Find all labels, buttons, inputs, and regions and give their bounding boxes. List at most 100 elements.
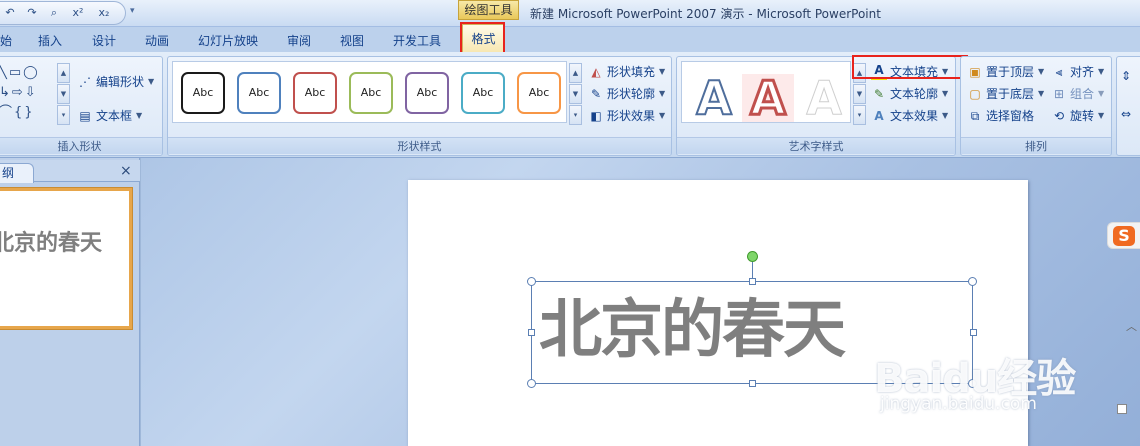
subscript-button[interactable]: x₂ [94, 5, 114, 21]
tab-insert[interactable]: 插入 [38, 32, 62, 50]
wordart-preset[interactable]: A [688, 73, 740, 123]
send-back-label: 置于底层 [986, 87, 1035, 101]
text-outline-button[interactable]: ✎ 文本轮廓 ▼ [871, 85, 948, 102]
height-icon[interactable]: ⇕ [1121, 69, 1131, 83]
shapes-gallery[interactable]: ╲▭◯ ↳⇨⇩ ⌒{} [0, 63, 53, 123]
wordart-preset[interactable]: A [798, 74, 850, 123]
text-fill-icon: A [871, 63, 887, 80]
resize-handle-nw[interactable] [527, 277, 536, 286]
edit-shape-button[interactable]: ⋰ 编辑形状 ▼ [77, 73, 154, 90]
rotate-label: 旋转 [1070, 109, 1095, 123]
tab-design[interactable]: 设计 [92, 32, 116, 50]
shape-style-gallery: Abc Abc Abc Abc Abc Abc Abc [172, 61, 567, 123]
shape-fill-label: 形状填充 [607, 65, 656, 79]
width-icon[interactable]: ⇔ [1121, 107, 1131, 121]
shape-style-preset[interactable]: Abc [237, 72, 281, 114]
text-outline-label: 文本轮廓 [890, 87, 939, 101]
insert-shapes-label: 插入形状 [0, 137, 162, 154]
shape-style-preset[interactable]: Abc [181, 72, 225, 114]
wordart-gallery-scroll[interactable]: ▲ ▼ ▾ [853, 63, 866, 125]
wordart-text[interactable]: 北京的春天 [539, 280, 846, 380]
pen-icon: ✎ [590, 86, 602, 101]
slide-thumbnail[interactable]: 北京的春天 [0, 188, 132, 329]
line-rect-oval-icon[interactable]: ╲▭◯ [0, 63, 53, 83]
shape-style-preset[interactable]: Abc [405, 72, 449, 114]
scroll-box-icon[interactable] [1117, 404, 1127, 414]
resize-handle-sw[interactable] [527, 379, 536, 388]
arrange-group: ▣ 置于顶层 ▼ ▢ 置于底层 ▼ ⧉ 选择窗格 ⫷ 对齐 ▼ ⊞ 组合 ▼ ⟲ 旋转 ▼… [960, 56, 1112, 156]
insert-shapes-group: ╲▭◯ ↳⇨⇩ ⌒{} ▲ ▼ ▾ ⋰ 编辑形状 ▼ ▤ 文本框 ▼ 插入形状 [0, 56, 163, 156]
customize-qat-chevron-icon[interactable]: ▾ [130, 6, 135, 16]
send-to-back-button[interactable]: ▢ 置于底层 ▼ [967, 85, 1044, 102]
text-box-icon: ▤ [79, 108, 91, 123]
resize-handle-w[interactable] [528, 329, 535, 336]
slides-panel: 纲 × 北京的春天 [0, 158, 140, 446]
shape-style-gallery-scroll[interactable]: ▲ ▼ ▾ [569, 63, 582, 125]
text-box-label: 文本框 [96, 109, 133, 123]
resize-handle-s[interactable] [749, 380, 756, 387]
bring-front-icon: ▣ [969, 64, 981, 79]
shape-styles-group: Abc Abc Abc Abc Abc Abc Abc ▲ ▼ ▾ ◭ 形状填充 ▼ … [167, 56, 672, 156]
bring-front-label: 置于顶层 [986, 65, 1035, 79]
shape-style-preset[interactable]: Abc [293, 72, 337, 114]
text-effects-label: 文本效果 [890, 109, 939, 123]
tab-view[interactable]: 视图 [340, 32, 364, 50]
tab-animation[interactable]: 动画 [145, 32, 169, 50]
print-preview-icon[interactable]: ⌕ [46, 5, 62, 21]
shape-outline-button[interactable]: ✎ 形状轮廓 ▼ [588, 85, 665, 102]
rotation-handle[interactable] [747, 251, 758, 262]
text-effects-button[interactable]: A 文本效果 ▼ [871, 107, 948, 124]
text-fill-label: 文本填充 [890, 65, 939, 79]
arrange-label: 排列 [961, 137, 1111, 154]
bracket-shapes-icon[interactable]: ⌒{} [0, 103, 53, 123]
redo-icon[interactable]: ↷ [24, 5, 40, 21]
text-effects-icon: A [874, 108, 884, 123]
wordart-styles-group: A A A ▲▼▾ A 文本填充▼ ✎ 文本轮廓▼ A 文本效果▼ ⬊ 艺术字样… [676, 56, 956, 156]
wordart-preset[interactable]: A [742, 73, 794, 124]
selection-pane-icon: ⧉ [970, 108, 980, 123]
scroll-up-chevron-icon[interactable]: ︿ [1126, 318, 1137, 334]
rotate-icon: ⟲ [1053, 108, 1065, 123]
resize-handle-e[interactable] [970, 329, 977, 336]
size-group: ⇕ ⇔ [1116, 56, 1140, 156]
shape-effects-button[interactable]: ◧ 形状效果 ▼ [588, 107, 665, 124]
shape-style-preset[interactable]: Abc [349, 72, 393, 114]
arrow-shapes-icon[interactable]: ↳⇨⇩ [0, 83, 53, 103]
edit-shape-label: 编辑形状 [96, 75, 145, 89]
shape-effects-label: 形状效果 [607, 109, 656, 123]
sogou-ime-icon[interactable]: S [1107, 222, 1140, 249]
text-box-button[interactable]: ▤ 文本框 ▼ [77, 107, 142, 124]
shape-effects-icon: ◧ [590, 108, 602, 123]
shape-style-preset[interactable]: Abc [461, 72, 505, 114]
group-button[interactable]: ⊞ 组合 ▼ [1051, 85, 1104, 102]
shape-outline-label: 形状轮廓 [607, 87, 656, 101]
resize-handle-n[interactable] [749, 278, 756, 285]
superscript-button[interactable]: x² [68, 5, 88, 21]
text-fill-button[interactable]: A 文本填充 ▼ [871, 63, 948, 80]
close-icon[interactable]: × [120, 163, 134, 179]
rotate-button[interactable]: ⟲ 旋转 ▼ [1051, 107, 1104, 124]
tab-review[interactable]: 审阅 [287, 32, 311, 50]
shape-fill-button[interactable]: ◭ 形状填充 ▼ [588, 63, 665, 80]
tab-slideshow[interactable]: 幻灯片放映 [198, 32, 258, 50]
bring-to-front-button[interactable]: ▣ 置于顶层 ▼ [967, 63, 1044, 80]
selection-pane-button[interactable]: ⧉ 选择窗格 [967, 107, 1034, 124]
panel-tab-bar: 纲 × [0, 160, 140, 183]
tab-developer[interactable]: 开发工具 [393, 32, 441, 50]
shape-styles-label: 形状样式 [168, 137, 671, 154]
paint-bucket-icon: ◭ [591, 64, 601, 79]
shapes-gallery-scroll[interactable]: ▲ ▼ ▾ [57, 63, 70, 125]
align-button[interactable]: ⫷ 对齐 ▼ [1051, 63, 1105, 80]
tab-home[interactable]: 始 [0, 32, 12, 50]
send-back-icon: ▢ [969, 86, 981, 101]
quick-access-toolbar: ↶ ↷ ⌕ x² x₂ [0, 1, 126, 25]
tab-format[interactable]: 格式 [462, 24, 505, 52]
thumbnail-text: 北京的春天 [0, 231, 103, 256]
shape-style-preset[interactable]: Abc [517, 72, 561, 114]
title-bar: ↶ ↷ ⌕ x² x₂ ▾ 绘图工具 新建 Microsoft PowerPoi… [0, 0, 1140, 27]
resize-handle-ne[interactable] [968, 277, 977, 286]
group-icon: ⊞ [1053, 86, 1065, 101]
undo-icon[interactable]: ↶ [2, 5, 18, 21]
tab-outline[interactable]: 纲 [0, 163, 34, 183]
window-title: 新建 Microsoft PowerPoint 2007 演示 - Micros… [530, 7, 881, 21]
